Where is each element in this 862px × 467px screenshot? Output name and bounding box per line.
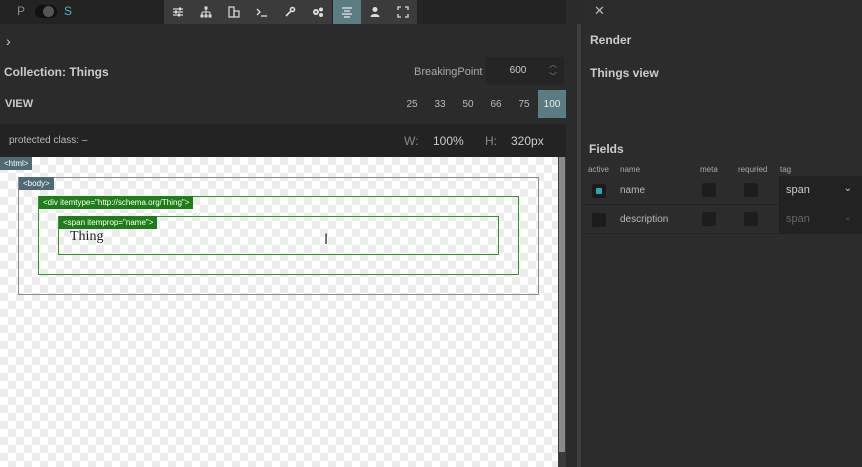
sliders-button[interactable] (164, 0, 192, 24)
top-toolbar: P S (0, 0, 584, 24)
column-meta: meta (700, 165, 718, 174)
chevron-down-icon: ⌄ (843, 212, 852, 223)
mode-s-label[interactable]: S (64, 4, 72, 18)
breakpoint-label: BreakingPoint (414, 66, 483, 78)
view-option-50[interactable]: 50 (454, 90, 482, 118)
breakpoint-stepper[interactable]: ︿ ﹀ (542, 57, 564, 85)
field-name: description (620, 214, 669, 225)
column-name: name (620, 165, 641, 174)
user-button[interactable] (361, 0, 389, 24)
canvas-scrollbar[interactable] (558, 157, 566, 467)
tag-select[interactable]: span ⌄ (779, 205, 862, 234)
terminal-icon (256, 8, 267, 17)
width-value[interactable]: 100% (433, 134, 464, 148)
fullscreen-icon (397, 6, 409, 18)
close-icon[interactable]: ✕ (594, 3, 605, 19)
align-button[interactable] (333, 0, 361, 24)
active-checkbox[interactable] (592, 213, 606, 227)
wrench-button[interactable] (276, 0, 304, 24)
meta-checkbox[interactable] (702, 183, 716, 197)
required-checkbox[interactable] (744, 183, 758, 197)
align-icon (342, 7, 352, 18)
span-tag-label[interactable]: <span itemprop="name"> (59, 216, 158, 229)
thing-text[interactable]: Thing (70, 229, 103, 245)
view-option-75[interactable]: 75 (510, 90, 538, 118)
tag-select-value: span (786, 184, 810, 196)
mode-p-label[interactable]: P (17, 4, 25, 18)
view-option-100[interactable]: 100 (538, 90, 566, 118)
sliders-icon (173, 7, 183, 17)
height-value[interactable]: 320px (511, 134, 544, 148)
column-active: active (588, 165, 609, 174)
field-row: name span ⌄ (584, 176, 862, 205)
cogs-button[interactable] (304, 0, 332, 24)
view-name: Things view (590, 66, 659, 80)
wrench-icon (285, 6, 296, 17)
app-root: P S › Collection: Things BreakingPoint 6… (0, 0, 862, 467)
div-tag-label[interactable]: <div itemtype="http://schema.org/Thing"> (39, 196, 194, 209)
scrollbar-thumb[interactable] (559, 157, 565, 452)
mode-toggle[interactable] (35, 5, 57, 18)
html-tag-label[interactable]: <html> (0, 157, 33, 170)
body-tag-label[interactable]: <body> (19, 177, 54, 190)
active-checkbox[interactable] (592, 184, 606, 198)
blocks-button[interactable] (220, 0, 248, 24)
required-checkbox[interactable] (744, 212, 758, 226)
splitter-line[interactable] (577, 24, 581, 467)
blocks-icon (228, 6, 240, 18)
preview-canvas[interactable]: <html> <body> <div itemtype="http://sche… (0, 157, 558, 467)
inspector-pane: ✕ Render Things view Fields active name … (584, 0, 862, 467)
expand-chevron-icon[interactable]: › (6, 33, 11, 49)
view-label: VIEW (5, 98, 34, 110)
sitemap-icon (200, 6, 212, 18)
height-label: H: (485, 134, 497, 148)
view-option-25[interactable]: 25 (398, 90, 426, 118)
tag-select[interactable]: span ⌄ (779, 176, 862, 205)
field-name: name (620, 185, 646, 196)
meta-checkbox[interactable] (702, 212, 716, 226)
pane-splitter[interactable] (566, 0, 584, 467)
view-option-33[interactable]: 33 (426, 90, 454, 118)
width-label: W: (404, 134, 419, 148)
protected-class: protected class: – (9, 135, 88, 146)
fields-title: Fields (589, 142, 624, 156)
fullscreen-button[interactable] (389, 0, 417, 24)
column-required: requried (738, 165, 768, 174)
field-row: description span ⌄ (584, 205, 862, 234)
tag-select-value: span (786, 213, 810, 225)
view-option-66[interactable]: 66 (482, 90, 510, 118)
terminal-button[interactable] (248, 0, 276, 24)
breakpoint-input[interactable]: 600 (486, 57, 542, 85)
column-tag: tag (780, 165, 792, 174)
cogs-icon (313, 7, 323, 17)
sitemap-button[interactable] (192, 0, 220, 24)
stepper-up-icon[interactable]: ︿ (549, 59, 557, 71)
user-icon (370, 7, 380, 17)
stepper-down-icon[interactable]: ﹀ (549, 71, 557, 83)
text-cursor-icon: I (324, 232, 329, 248)
canvas-info-bar: protected class: – W: 100% H: 320px (0, 124, 566, 157)
toggle-knob (43, 6, 54, 17)
collection-title: Collection: Things (4, 65, 109, 79)
render-title: Render (590, 33, 632, 47)
chevron-down-icon: ⌄ (843, 183, 852, 194)
